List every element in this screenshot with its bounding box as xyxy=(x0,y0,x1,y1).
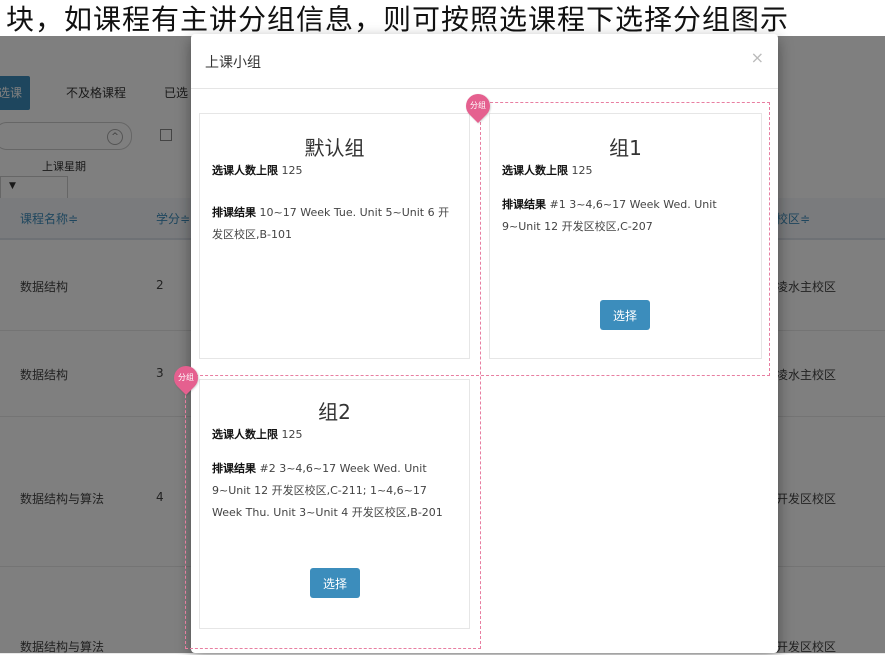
group-pin-marker: 分组 xyxy=(169,361,203,395)
group2-annotation-bottom xyxy=(185,648,481,649)
group-card-1: 组1 选课人数上限 125 排课结果 #1 3~4,6~17 Week Wed.… xyxy=(489,113,762,359)
group-result: 排课结果 10~17 Week Tue. Unit 5~Unit 6 开发区校区… xyxy=(212,202,457,246)
group2-annotation-top xyxy=(185,375,770,376)
pin-label: 分组 xyxy=(470,101,486,110)
group-pin-marker: 分组 xyxy=(461,89,495,123)
result-label: 排课结果 xyxy=(212,462,256,475)
group-limit: 选课人数上限 125 xyxy=(212,424,457,446)
group-title: 组1 xyxy=(609,136,642,160)
limit-label: 选课人数上限 xyxy=(212,164,278,177)
pin-label: 分组 xyxy=(178,373,194,382)
limit-value: 125 xyxy=(571,164,593,177)
group2-annotation-left xyxy=(185,375,186,649)
result-label: 排课结果 xyxy=(502,198,546,211)
group-card-2: 组2 选课人数上限 125 排课结果 #2 3~4,6~17 Week Wed.… xyxy=(199,379,470,629)
result-label: 排课结果 xyxy=(212,206,256,219)
close-icon[interactable]: × xyxy=(751,48,764,67)
document-header-strip: 块，如课程有主讲分组信息，则可按照选课程下选择分组图示 xyxy=(0,0,885,36)
limit-label: 选课人数上限 xyxy=(212,428,278,441)
modal-body: 默认组 选课人数上限 125 排课结果 10~17 Week Tue. Unit… xyxy=(191,89,778,653)
limit-value: 125 xyxy=(281,164,303,177)
group1-annotation-right xyxy=(769,102,770,376)
group-card-default: 默认组 选课人数上限 125 排课结果 10~17 Week Tue. Unit… xyxy=(199,113,470,359)
group-result: 排课结果 #2 3~4,6~17 Week Wed. Unit 9~Unit 1… xyxy=(212,458,457,524)
group-result: 排课结果 #1 3~4,6~17 Week Wed. Unit 9~Unit 1… xyxy=(502,194,749,238)
modal-title: 上课小组 xyxy=(205,55,261,71)
document-header-text: 块，如课程有主讲分组信息，则可按照选课程下选择分组图示 xyxy=(6,3,790,36)
group1-annotation-top xyxy=(480,102,770,103)
group-select-modal: 上课小组 × 默认组 选课人数上限 125 排课结果 10~17 Week Tu… xyxy=(191,34,778,653)
select-group-2-button[interactable]: 选择 xyxy=(310,568,360,598)
group-limit: 选课人数上限 125 xyxy=(212,160,457,182)
group-title: 默认组 xyxy=(304,136,365,160)
limit-value: 125 xyxy=(281,428,303,441)
modal-header: 上课小组 × xyxy=(191,34,778,89)
select-group-1-button[interactable]: 选择 xyxy=(600,300,650,330)
group-limit: 选课人数上限 125 xyxy=(502,160,749,182)
limit-label: 选课人数上限 xyxy=(502,164,568,177)
group-title: 组2 xyxy=(318,400,351,424)
